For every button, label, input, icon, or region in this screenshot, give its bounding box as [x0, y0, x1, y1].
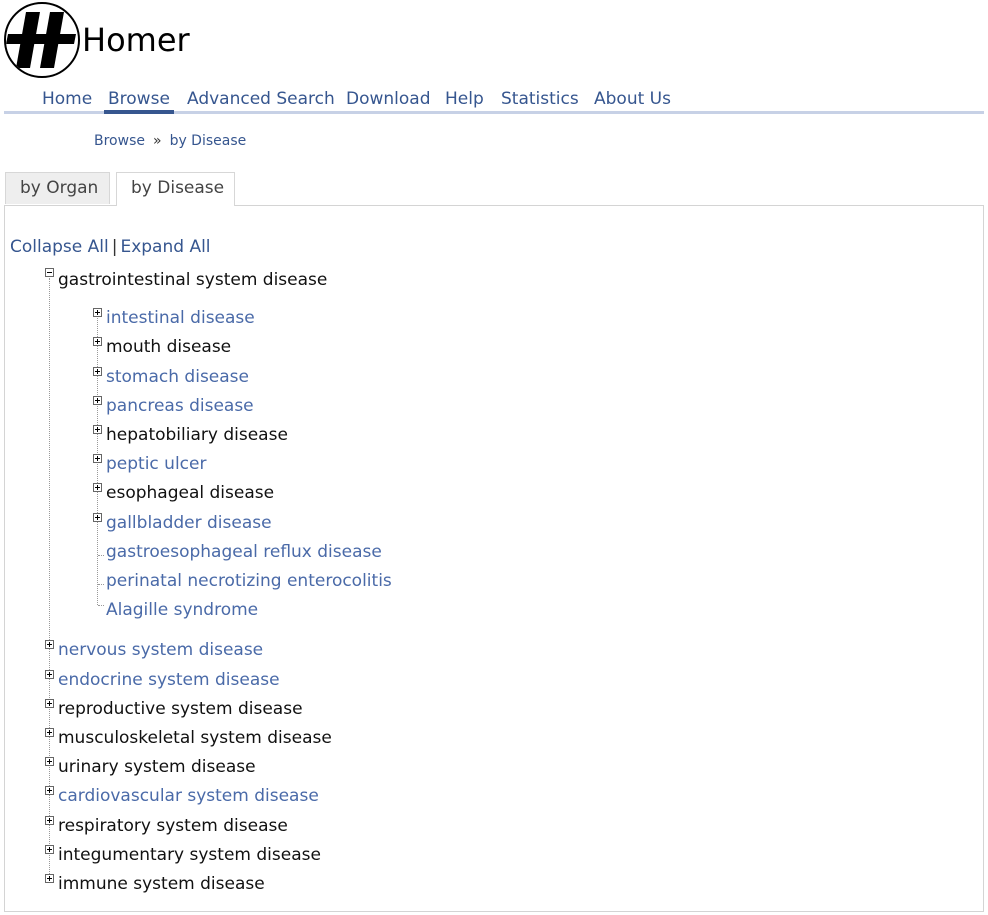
- expand-toggle-icon[interactable]: [45, 786, 54, 795]
- tree-node-cardiovascular-system-disease[interactable]: cardiovascular system disease: [58, 785, 319, 807]
- expand-toggle-icon[interactable]: [93, 367, 102, 376]
- nav-advanced-search[interactable]: Advanced Search: [183, 88, 339, 110]
- expand-toggle-icon[interactable]: [45, 874, 54, 883]
- tree-node-intestinal-disease[interactable]: intestinal disease: [106, 307, 255, 329]
- tree-node-perinatal-necrotizing-enterocolitis[interactable]: perinatal necrotizing enterocolitis: [106, 570, 392, 592]
- tree-node-mouth-disease[interactable]: mouth disease: [106, 336, 231, 358]
- tree-node-reproductive-system-disease[interactable]: reproductive system disease: [58, 698, 303, 720]
- tree-node-musculoskeletal-system-disease[interactable]: musculoskeletal system disease: [58, 727, 332, 749]
- expand-toggle-icon[interactable]: [45, 816, 54, 825]
- expand-toggle-icon[interactable]: [93, 513, 102, 522]
- homer-logo[interactable]: H: [4, 2, 80, 78]
- controls-divider: |: [111, 237, 118, 257]
- breadcrumb-browse[interactable]: Browse: [94, 133, 145, 149]
- tree-node-gallbladder-disease[interactable]: gallbladder disease: [106, 512, 272, 534]
- tree-node-nervous-system-disease[interactable]: nervous system disease: [58, 639, 263, 661]
- breadcrumb: Browse » by Disease: [94, 131, 246, 151]
- tree-controls: Collapse All | Expand All: [10, 236, 211, 258]
- site-name: Homer: [82, 21, 190, 59]
- expand-toggle-icon[interactable]: [45, 699, 54, 708]
- tree-node-integumentary-system-disease[interactable]: integumentary system disease: [58, 844, 321, 866]
- tree-node-peptic-ulcer[interactable]: peptic ulcer: [106, 453, 206, 475]
- expand-all-link[interactable]: Expand All: [120, 237, 210, 257]
- nav-statistics[interactable]: Statistics: [497, 88, 583, 110]
- tree-node-respiratory-system-disease[interactable]: respiratory system disease: [58, 815, 288, 837]
- tree-node-immune-system-disease[interactable]: immune system disease: [58, 873, 265, 895]
- collapse-all-link[interactable]: Collapse All: [10, 237, 109, 257]
- expand-toggle-icon[interactable]: [45, 845, 54, 854]
- expand-toggle-icon[interactable]: [93, 396, 102, 405]
- tree-node-hepatobiliary-disease[interactable]: hepatobiliary disease: [106, 424, 288, 446]
- breadcrumb-by-disease[interactable]: by Disease: [170, 133, 247, 149]
- tree-node-pancreas-disease[interactable]: pancreas disease: [106, 395, 254, 417]
- expand-toggle-icon[interactable]: [45, 757, 54, 766]
- breadcrumb-separator: »: [152, 133, 162, 149]
- collapse-toggle-icon[interactable]: [45, 268, 54, 277]
- expand-toggle-icon[interactable]: [93, 454, 102, 463]
- nav-help[interactable]: Help: [441, 88, 488, 110]
- tab-by-disease[interactable]: by Disease: [116, 172, 235, 206]
- nav-about-us[interactable]: About Us: [590, 88, 675, 110]
- tree-connector: [98, 555, 104, 556]
- expand-toggle-icon[interactable]: [93, 308, 102, 317]
- expand-toggle-icon[interactable]: [45, 670, 54, 679]
- h-logo-mark: [6, 12, 76, 68]
- expand-toggle-icon[interactable]: [45, 728, 54, 737]
- tree-node-stomach-disease[interactable]: stomach disease: [106, 366, 249, 388]
- nav-download[interactable]: Download: [342, 88, 435, 110]
- tree-node-gastroesophageal-reflux-disease[interactable]: gastroesophageal reflux disease: [106, 541, 382, 563]
- main-nav: Home Browse Advanced Search Download Hel…: [4, 88, 984, 114]
- nav-home[interactable]: Home: [38, 88, 96, 110]
- expand-toggle-icon[interactable]: [45, 640, 54, 649]
- tab-by-organ[interactable]: by Organ: [5, 172, 110, 204]
- tree-node-esophageal-disease[interactable]: esophageal disease: [106, 482, 274, 504]
- tree-node-urinary-system-disease[interactable]: urinary system disease: [58, 756, 256, 778]
- tree-node-endocrine-system-disease[interactable]: endocrine system disease: [58, 669, 280, 691]
- tree-connector: [98, 584, 104, 585]
- nav-browse[interactable]: Browse: [104, 88, 174, 114]
- expand-toggle-icon[interactable]: [93, 425, 102, 434]
- tree-connector: [98, 605, 104, 606]
- expand-toggle-icon[interactable]: [93, 483, 102, 492]
- tree-node-gastrointestinal-system-disease[interactable]: gastrointestinal system disease: [58, 269, 327, 291]
- expand-toggle-icon[interactable]: [93, 337, 102, 346]
- tree-node-alagille-syndrome[interactable]: Alagille syndrome: [106, 599, 258, 621]
